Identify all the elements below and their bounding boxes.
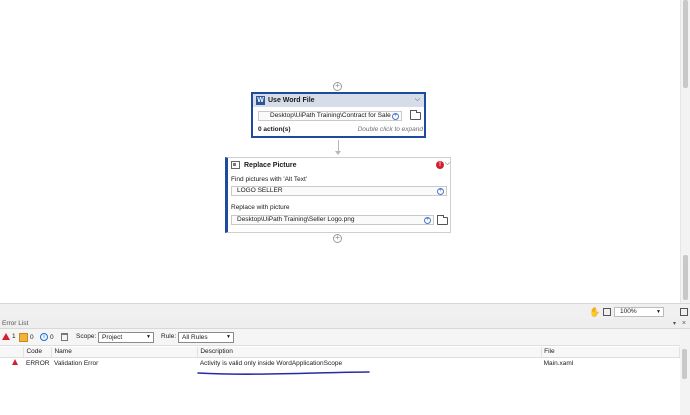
word-file-path-field[interactable]: Desktop\UiPath Training\Contract for Sal…	[258, 111, 402, 121]
clear-trash-icon[interactable]	[61, 333, 68, 341]
designer-canvas[interactable]: + W Use Word File ⌵ Desktop\UiPath Train…	[0, 0, 680, 303]
scope-dropdown[interactable]: Project ▼	[98, 332, 154, 343]
column-header-description[interactable]: Description	[197, 347, 543, 358]
column-header-name[interactable]: Name	[51, 347, 199, 358]
table-header-row: Code Name Description File	[0, 347, 680, 358]
add-activity-top-icon[interactable]: +	[333, 82, 342, 91]
scroll-thumb-lower[interactable]	[683, 255, 688, 300]
word-card-header[interactable]: W Use Word File ⌵	[253, 94, 424, 107]
browse-folder-icon[interactable]	[437, 215, 448, 225]
replace-card-title: Replace Picture	[244, 161, 297, 169]
error-icon	[12, 359, 18, 366]
chevron-down-icon: ▼	[656, 309, 661, 315]
scroll-thumb[interactable]	[682, 349, 687, 379]
row-name: Validation Error	[53, 359, 99, 367]
warnings-count: 0	[30, 334, 34, 341]
rule-label: Rule:	[161, 333, 177, 340]
overview-icon[interactable]	[680, 308, 688, 316]
collapse-chevron-icon[interactable]: ⌵	[445, 160, 450, 168]
pan-hand-icon[interactable]: ✋	[589, 307, 600, 318]
plus-icon[interactable]: +	[424, 217, 431, 224]
rule-value: All Rules	[182, 334, 208, 341]
info-count: 0	[50, 333, 54, 341]
actions-count: 0 action(s)	[258, 126, 291, 133]
picture-path-field[interactable]: Desktop\UiPath Training\Seller Logo.png …	[231, 215, 434, 225]
row-code: ERROR	[25, 359, 50, 367]
errors-filter-toggle[interactable]: 1	[2, 333, 16, 340]
flow-arrow-icon	[335, 151, 341, 155]
error-icon	[2, 333, 10, 340]
word-card-title: Use Word File	[268, 97, 315, 104]
browse-folder-icon[interactable]	[410, 110, 421, 120]
canvas-vertical-scrollbar[interactable]	[680, 0, 690, 303]
word-card-footer: 0 action(s) Double click to expand	[258, 126, 423, 133]
error-table: Code Name Description File ERROR Validat…	[0, 347, 680, 369]
alt-text-value: LOGO SELLER	[237, 187, 283, 194]
uipath-studio-window: + W Use Word File ⌵ Desktop\UiPath Train…	[0, 0, 690, 415]
column-header-code[interactable]: Code	[23, 347, 53, 358]
collapse-chevron-icon[interactable]: ⌵	[415, 96, 420, 104]
error-list-panel: Error List ▾ × 1 0 i 0 Scope: Project ▼	[0, 319, 690, 415]
warning-icon	[19, 333, 28, 342]
use-word-file-activity[interactable]: W Use Word File ⌵ Desktop\UiPath Trainin…	[251, 92, 426, 138]
warnings-filter-toggle[interactable]: 0	[19, 333, 34, 342]
close-icon[interactable]: ×	[682, 319, 686, 328]
path-prefix: Desktop	[237, 216, 261, 223]
plus-icon[interactable]: +	[392, 113, 399, 120]
path-prefix: Desktop	[270, 112, 294, 119]
column-header-file[interactable]: File	[541, 347, 680, 358]
path-value: \UiPath Training\Contract for Sale ...	[293, 112, 398, 119]
find-label: Find pictures with 'Alt Text'	[231, 176, 308, 183]
fit-to-screen-icon[interactable]	[603, 308, 611, 316]
word-icon: W	[256, 96, 265, 105]
row-file: Main.xaml	[543, 359, 574, 367]
replace-label: Replace with picture	[231, 204, 290, 211]
replace-picture-activity[interactable]: Replace Picture ! ⌵ Find pictures with '…	[225, 157, 451, 233]
row-status-cell	[0, 357, 24, 369]
table-row[interactable]: ERROR Validation Error Activity is valid…	[0, 357, 680, 369]
zoom-dropdown[interactable]: 100% ▼	[614, 307, 664, 317]
path-value: \UiPath Training\Seller Logo.png	[260, 216, 355, 223]
plus-icon[interactable]: +	[437, 188, 444, 195]
pin-icon[interactable]: ▾	[673, 320, 676, 329]
chevron-down-icon: ▼	[226, 334, 231, 340]
errors-count: 1	[12, 333, 16, 340]
rule-dropdown[interactable]: All Rules ▼	[178, 332, 234, 343]
error-list-scrollbar[interactable]	[680, 329, 690, 415]
chevron-down-icon: ▼	[146, 334, 151, 340]
scope-label: Scope:	[76, 333, 97, 340]
replace-card-header[interactable]: Replace Picture ! ⌵	[228, 158, 450, 172]
expand-hint: Double click to expand	[357, 126, 423, 133]
alt-text-field[interactable]: LOGO SELLER +	[231, 186, 447, 196]
add-activity-bottom-icon[interactable]: +	[333, 234, 342, 243]
column-header-icon	[0, 347, 25, 358]
info-filter-toggle[interactable]: i 0	[40, 333, 54, 341]
panel-title-bar: Error List ▾ ×	[0, 319, 690, 329]
panel-title: Error List	[2, 320, 29, 327]
scope-value: Project	[102, 334, 123, 341]
picture-icon	[231, 161, 240, 169]
canvas-toolbar: ✋ 100% ▼	[0, 303, 690, 319]
info-icon: i	[40, 333, 48, 341]
row-description: Activity is valid only inside WordApplic…	[199, 359, 343, 367]
error-list-toolbar: 1 0 i 0 Scope: Project ▼ Rule: All Rules…	[0, 329, 690, 346]
zoom-value: 100%	[620, 308, 637, 315]
error-indicator-icon[interactable]: !	[436, 161, 444, 169]
scroll-thumb[interactable]	[683, 0, 688, 88]
